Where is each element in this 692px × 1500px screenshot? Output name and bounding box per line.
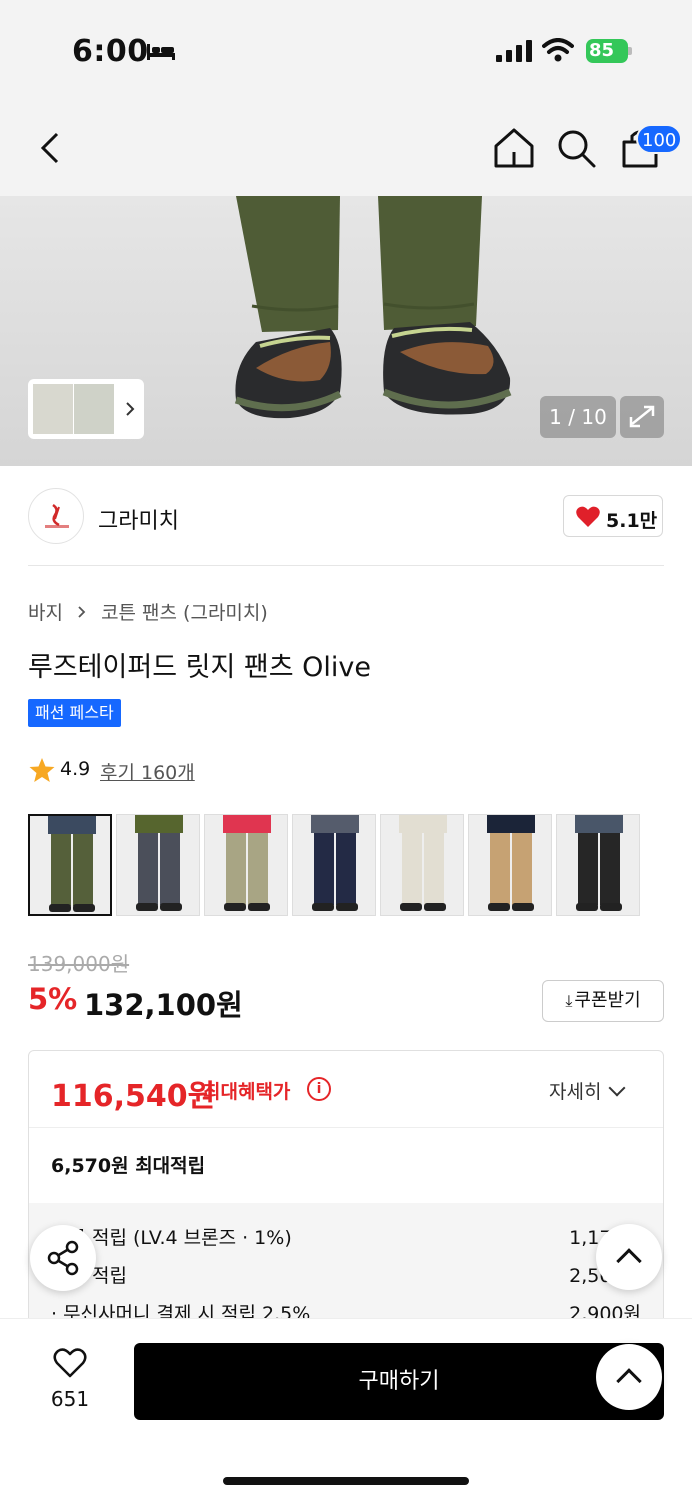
heart-outline-icon: [53, 1348, 87, 1378]
cart-count-badge: 100: [636, 124, 683, 154]
home-indicator: [223, 1477, 469, 1485]
color-swatch-navy[interactable]: [292, 814, 376, 916]
points-row: 등급 적립 (LV.4 브론즈 · 1%) 1,170원: [51, 1223, 641, 1253]
breadcrumb: 바지 코튼 팬츠 (그라미치): [28, 598, 268, 625]
chevron-right-icon: [78, 606, 86, 618]
brand-name[interactable]: 그라미치: [98, 503, 179, 535]
color-swatch-ivory[interactable]: [380, 814, 464, 916]
max-benefit-label: 최대혜택가: [203, 1081, 291, 1103]
status-time: 6:00: [72, 34, 149, 69]
battery-icon: 85: [586, 39, 632, 63]
image-counter: 1 / 10: [540, 396, 616, 438]
hero-thumbnail[interactable]: [74, 384, 114, 434]
hero-thumbnail[interactable]: [33, 384, 73, 434]
chevron-up-icon: [616, 1368, 642, 1394]
scroll-top-button[interactable]: [596, 1344, 662, 1410]
hero-thumbnail-strip[interactable]: [28, 379, 144, 439]
bottom-action-bar: 651 구매하기: [0, 1318, 692, 1500]
color-swatch-olive[interactable]: [28, 814, 112, 916]
color-swatch-khaki[interactable]: [204, 814, 288, 916]
home-icon[interactable]: [492, 126, 536, 170]
color-swatch-charcoal[interactable]: [116, 814, 200, 916]
battery-level: 85: [589, 40, 615, 61]
benefit-card: 116,540원 최대혜택가 i 자세히 6,570원 최대적립 등급 적립 (…: [28, 1050, 664, 1340]
download-icon: ⤓: [565, 991, 573, 1010]
scroll-top-button[interactable]: [596, 1224, 662, 1290]
points-row: 후기 적립 2,500원: [51, 1261, 641, 1291]
brand-like-count: 5.1만: [606, 510, 658, 532]
breadcrumb-item[interactable]: 코튼 팬츠 (그라미치): [101, 602, 268, 624]
buy-button[interactable]: 구매하기: [134, 1343, 664, 1420]
divider: [29, 1127, 663, 1128]
cellular-signal-icon: [496, 40, 532, 62]
status-bar: 6:00 85: [0, 0, 692, 100]
detail-label: 자세히: [549, 1081, 602, 1103]
brand-logo[interactable]: [28, 488, 84, 544]
max-benefit-price: 116,540원: [51, 1079, 216, 1114]
divider: [28, 565, 664, 566]
wifi-icon: [542, 38, 574, 62]
sleep-focus-icon: [147, 44, 175, 60]
brand-like-button[interactable]: 5.1만: [563, 495, 663, 537]
rating-score: 4.9: [60, 758, 91, 780]
max-points: 6,570원 최대적립: [51, 1155, 206, 1177]
expand-icon[interactable]: [620, 396, 664, 438]
brand-logo-mark: [45, 503, 69, 528]
product-title: 루즈테이퍼드 릿지 팬츠 Olive: [28, 652, 371, 683]
chevron-right-icon: [126, 402, 135, 416]
chevron-up-icon: [616, 1248, 642, 1274]
breadcrumb-item[interactable]: 바지: [28, 602, 63, 624]
share-icon: [47, 1240, 79, 1276]
sale-price: 132,100원: [84, 988, 243, 1022]
wishlist-count: 651: [50, 1387, 90, 1411]
original-price: 139,000원: [28, 952, 130, 976]
reviews-link[interactable]: 후기 160개: [100, 758, 195, 785]
benefit-detail-toggle[interactable]: 자세히: [549, 1077, 626, 1104]
coupon-download-button[interactable]: ⤓ 쿠폰받기: [542, 980, 664, 1022]
search-icon[interactable]: [554, 126, 598, 170]
product-hero-image[interactable]: 1 / 10: [0, 196, 692, 466]
back-arrow-icon[interactable]: [30, 126, 74, 170]
wishlist-button[interactable]: 651: [40, 1347, 100, 1417]
color-swatch-black[interactable]: [556, 814, 640, 916]
info-icon[interactable]: i: [307, 1077, 331, 1101]
event-badge: 패션 페스타: [28, 699, 121, 727]
top-nav: [0, 100, 692, 196]
discount-rate: 5%: [28, 982, 78, 1016]
chevron-down-icon: [608, 1079, 626, 1097]
color-swatch-beige[interactable]: [468, 814, 552, 916]
heart-filled-icon: [576, 506, 600, 527]
coupon-label: 쿠폰받기: [574, 990, 641, 1011]
share-button[interactable]: [30, 1225, 96, 1291]
star-icon: [29, 758, 55, 782]
